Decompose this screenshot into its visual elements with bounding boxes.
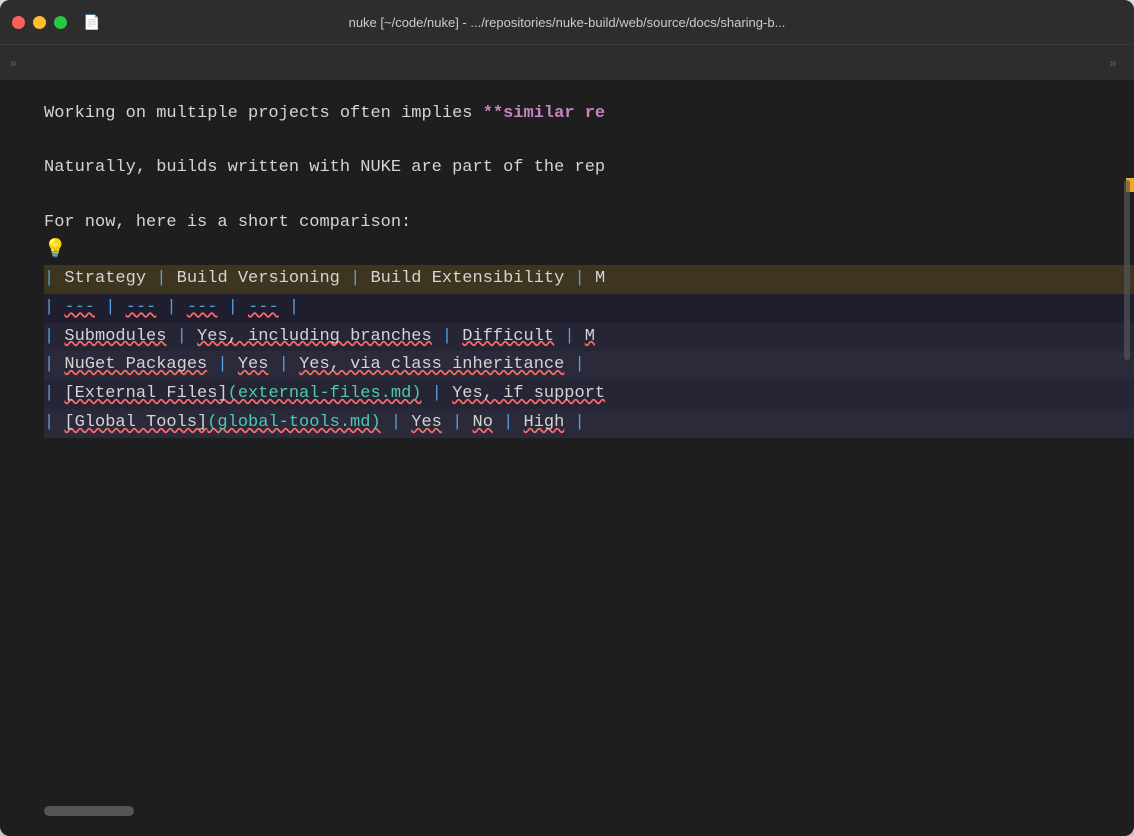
- tab-arrow-left[interactable]: »: [10, 56, 17, 70]
- line-1-bold: **similar re: [483, 100, 605, 127]
- table-row-nuget: | NuGet Packages | Yes | Yes, via class …: [44, 351, 1134, 380]
- table-row-submodules: | Submodules | Yes, including branches |…: [44, 323, 1134, 352]
- line-5-text: For now, here is a short comparison:: [44, 209, 411, 236]
- line-1: Working on multiple projects often impli…: [44, 100, 1134, 127]
- minimize-button[interactable]: [33, 16, 46, 29]
- traffic-lights: [12, 16, 67, 29]
- line-emoji: 💡: [44, 236, 1134, 265]
- external-files-link[interactable]: (external-files.md): [228, 380, 422, 409]
- lightbulb-icon: 💡: [44, 236, 66, 265]
- file-icon: 📄: [83, 14, 100, 31]
- line-1-text-1: Working on multiple projects: [44, 100, 340, 127]
- table-header-row: | Strategy | Build Versioning | Build Ex…: [44, 265, 1134, 294]
- tab-arrow-right[interactable]: »: [1109, 56, 1116, 70]
- close-button[interactable]: [12, 16, 25, 29]
- line-3-written: written: [228, 154, 299, 181]
- scrollbar[interactable]: [1124, 180, 1130, 360]
- line-empty-2: [44, 182, 1134, 209]
- tab-bar: » »: [0, 44, 1134, 80]
- title-bar: 📄 nuke [~/code/nuke] - .../repositories/…: [0, 0, 1134, 44]
- horizontal-scrollbar[interactable]: [44, 806, 134, 816]
- line-empty-1: [44, 127, 1134, 154]
- bottom-bar: [0, 806, 1134, 836]
- table-separator-row: | --- | --- | --- | --- |: [44, 294, 1134, 323]
- separator-dash-3: ---: [187, 294, 218, 323]
- line-3: Naturally, builds written with NUKE are …: [44, 154, 1134, 181]
- terminal-window: 📄 nuke [~/code/nuke] - .../repositories/…: [0, 0, 1134, 836]
- separator-dash-1: ---: [64, 294, 95, 323]
- editor-content: Working on multiple projects often impli…: [0, 80, 1134, 806]
- separator-dash-2: ---: [126, 294, 157, 323]
- table-row-global-tools: | [Global Tools](global-tools.md) | Yes …: [44, 409, 1134, 438]
- editor-area: Working on multiple projects often impli…: [0, 80, 1134, 806]
- table-row-external-files: | [External Files](external-files.md) | …: [44, 380, 1134, 409]
- window-title: nuke [~/code/nuke] - .../repositories/nu…: [349, 15, 786, 30]
- line-3-builds: builds: [156, 154, 217, 181]
- global-tools-link[interactable]: (global-tools.md): [207, 409, 380, 438]
- line-5: For now, here is a short comparison:: [44, 209, 1134, 236]
- maximize-button[interactable]: [54, 16, 67, 29]
- line-3-text: Naturally,: [44, 154, 156, 181]
- separator-dash-4: ---: [248, 294, 279, 323]
